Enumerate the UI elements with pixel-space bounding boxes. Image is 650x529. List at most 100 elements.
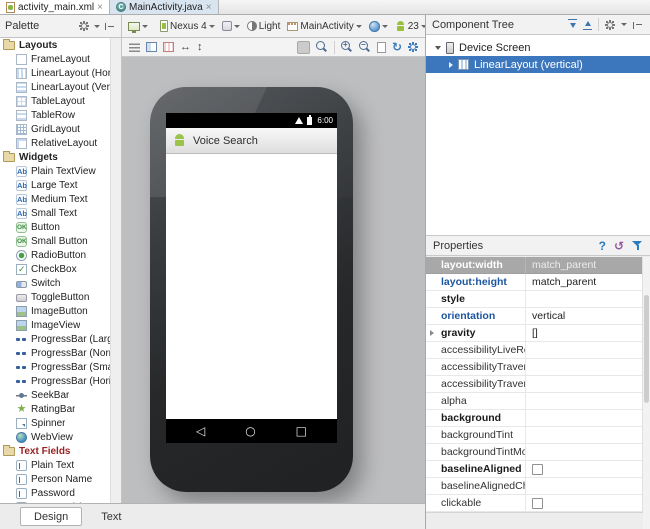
property-value-cell[interactable] (526, 393, 643, 409)
palette-item-spinner[interactable]: Spinner (0, 416, 110, 430)
show-options-icon[interactable] (129, 42, 140, 52)
expand-horizontal-icon[interactable]: ↔ (180, 41, 191, 53)
checkbox[interactable] (532, 463, 543, 475)
close-icon[interactable] (97, 2, 103, 13)
zoom-fit-button[interactable] (296, 40, 310, 54)
palette-item-person-name[interactable]: Person Name (0, 472, 110, 486)
api-version-button[interactable]: 23 (393, 20, 429, 33)
property-row-alpha[interactable]: alpha (426, 393, 643, 410)
palette-item-seekbar[interactable]: SeekBar (0, 388, 110, 402)
tab-design[interactable]: Design (20, 507, 83, 526)
tree-node-device-screen[interactable]: Device Screen (426, 39, 650, 56)
property-value-cell[interactable] (526, 427, 643, 443)
palette-item-plain-textview[interactable]: Ab Plain TextView (0, 164, 110, 178)
palette-item-checkbox[interactable]: CheckBox (0, 262, 110, 276)
palette-item-small-button[interactable]: OK Small Button (0, 234, 110, 248)
palette-item-gridlayout[interactable]: GridLayout (0, 122, 110, 136)
palette-item-progressbar-large[interactable]: ProgressBar (Large) (0, 332, 110, 346)
tab-text[interactable]: Text (88, 507, 134, 526)
property-row-layout-height[interactable]: layout:height match_parent (426, 274, 643, 291)
tab-activity-main-xml[interactable]: activity_main.xml (0, 0, 110, 14)
collapse-all-icon[interactable] (583, 19, 592, 30)
property-value-cell[interactable] (526, 461, 643, 477)
palette-item-framelayout[interactable]: FrameLayout (0, 52, 110, 66)
property-row-accessibilitytraversalbefo[interactable]: accessibilityTraversalBefo (426, 376, 643, 393)
property-row-accessibilitytraversalafte[interactable]: accessibilityTraversalAfte (426, 359, 643, 376)
design-surface[interactable]: 6:00 Voice Search ◁ ○ □ (122, 57, 425, 503)
filter-icon[interactable] (632, 240, 643, 251)
property-value-cell[interactable]: match_parent (526, 274, 643, 290)
property-row-gravity[interactable]: gravity [] (426, 325, 643, 342)
collapse-node-icon[interactable] (435, 45, 441, 50)
orientation-button[interactable] (220, 20, 242, 32)
settings-gear-icon[interactable] (408, 42, 418, 52)
property-value-cell[interactable] (526, 444, 643, 460)
expand-all-icon[interactable] (568, 19, 577, 30)
locale-button[interactable] (367, 20, 390, 33)
palette-item-tablelayout[interactable]: TableLayout (0, 94, 110, 108)
palette-item-relativelayout[interactable]: RelativeLayout (0, 136, 110, 150)
property-value-cell[interactable] (526, 291, 643, 307)
gear-icon[interactable] (79, 21, 89, 31)
property-value-cell[interactable]: [] (526, 325, 643, 341)
gear-icon[interactable] (605, 20, 615, 30)
activity-button[interactable]: MainActivity (285, 20, 363, 33)
palette-item-progressbar-horizontal[interactable]: ProgressBar (Horizontal) (0, 374, 110, 388)
properties-scrollbar[interactable] (642, 257, 650, 529)
property-value-cell[interactable] (526, 495, 643, 511)
palette-item-large-text[interactable]: Ab Large Text (0, 178, 110, 192)
property-value-cell[interactable] (526, 376, 643, 392)
palette-item-progressbar-normal[interactable]: ProgressBar (Normal) (0, 346, 110, 360)
palette-item-imagebutton[interactable]: ImageButton (0, 304, 110, 318)
property-row-style[interactable]: style (426, 291, 643, 308)
property-value-cell[interactable]: vertical (526, 308, 643, 324)
property-row-accessibilityliveregion[interactable]: accessibilityLiveRegion (426, 342, 643, 359)
palette-item-linearlayout-horizontal[interactable]: LinearLayout (Horizontal) (0, 66, 110, 80)
close-icon[interactable] (206, 2, 212, 13)
tab-mainactivity-java[interactable]: MainActivity.java (109, 0, 219, 14)
refresh-layout-icon[interactable] (376, 41, 386, 53)
palette-item-plain-text[interactable]: Plain Text (0, 458, 110, 472)
palette-section-layouts[interactable]: Layouts (0, 38, 110, 52)
palette-item-switch[interactable]: Switch (0, 276, 110, 290)
property-row-backgroundtint[interactable]: backgroundTint (426, 427, 643, 444)
property-row-clickable[interactable]: clickable (426, 495, 643, 512)
palette-section-widgets[interactable]: Widgets (0, 150, 110, 164)
palette-item-medium-text[interactable]: Ab Medium Text (0, 192, 110, 206)
expand-vertical-icon[interactable]: ↕ (197, 41, 203, 53)
help-icon[interactable] (599, 239, 606, 253)
property-value-cell[interactable] (526, 342, 643, 358)
expand-property-icon[interactable] (430, 330, 434, 336)
palette-item-linearlayout-vertical[interactable]: LinearLayout (Vertical) (0, 80, 110, 94)
palette-item-ratingbar[interactable]: RatingBar (0, 402, 110, 416)
property-row-background[interactable]: background (426, 410, 643, 427)
hide-panel-icon[interactable] (633, 20, 644, 30)
palette-item-button[interactable]: OK Button (0, 220, 110, 234)
palette-item-imageview[interactable]: ImageView (0, 318, 110, 332)
property-value-cell[interactable] (526, 410, 643, 426)
palette-item-webview[interactable]: WebView (0, 430, 110, 444)
tree-node-linearlayout-vertical[interactable]: LinearLayout (vertical) (426, 56, 650, 73)
property-row-baselinealigned[interactable]: baselineAligned (426, 461, 643, 478)
refresh-icon[interactable]: ↻ (392, 40, 402, 54)
palette-item-progressbar-small[interactable]: ProgressBar (Small) (0, 360, 110, 374)
dock-panel-icon[interactable] (105, 21, 116, 31)
expand-node-icon[interactable] (449, 61, 453, 68)
property-value-cell[interactable] (526, 359, 643, 375)
palette-scrollbar[interactable] (110, 38, 122, 503)
property-value-cell[interactable]: match_parent (526, 257, 643, 273)
split-view-icon[interactable] (146, 42, 157, 52)
zoom-out-icon[interactable]: − (358, 40, 371, 53)
device-screen[interactable]: 6:00 Voice Search ◁ ○ □ (166, 113, 337, 443)
pixel-grid-icon[interactable] (163, 42, 174, 52)
chevron-down-icon[interactable] (621, 23, 627, 26)
checkbox[interactable] (532, 497, 543, 509)
palette-item-password[interactable]: Password (0, 486, 110, 500)
property-value-cell[interactable] (526, 478, 643, 494)
zoom-actual-icon[interactable] (315, 41, 328, 53)
chevron-down-icon[interactable] (94, 24, 100, 28)
layout-content-area[interactable] (166, 154, 337, 419)
palette-item-tablerow[interactable]: TableRow (0, 108, 110, 122)
device-chooser-button[interactable] (126, 21, 150, 33)
palette-item-small-text[interactable]: Ab Small Text (0, 206, 110, 220)
